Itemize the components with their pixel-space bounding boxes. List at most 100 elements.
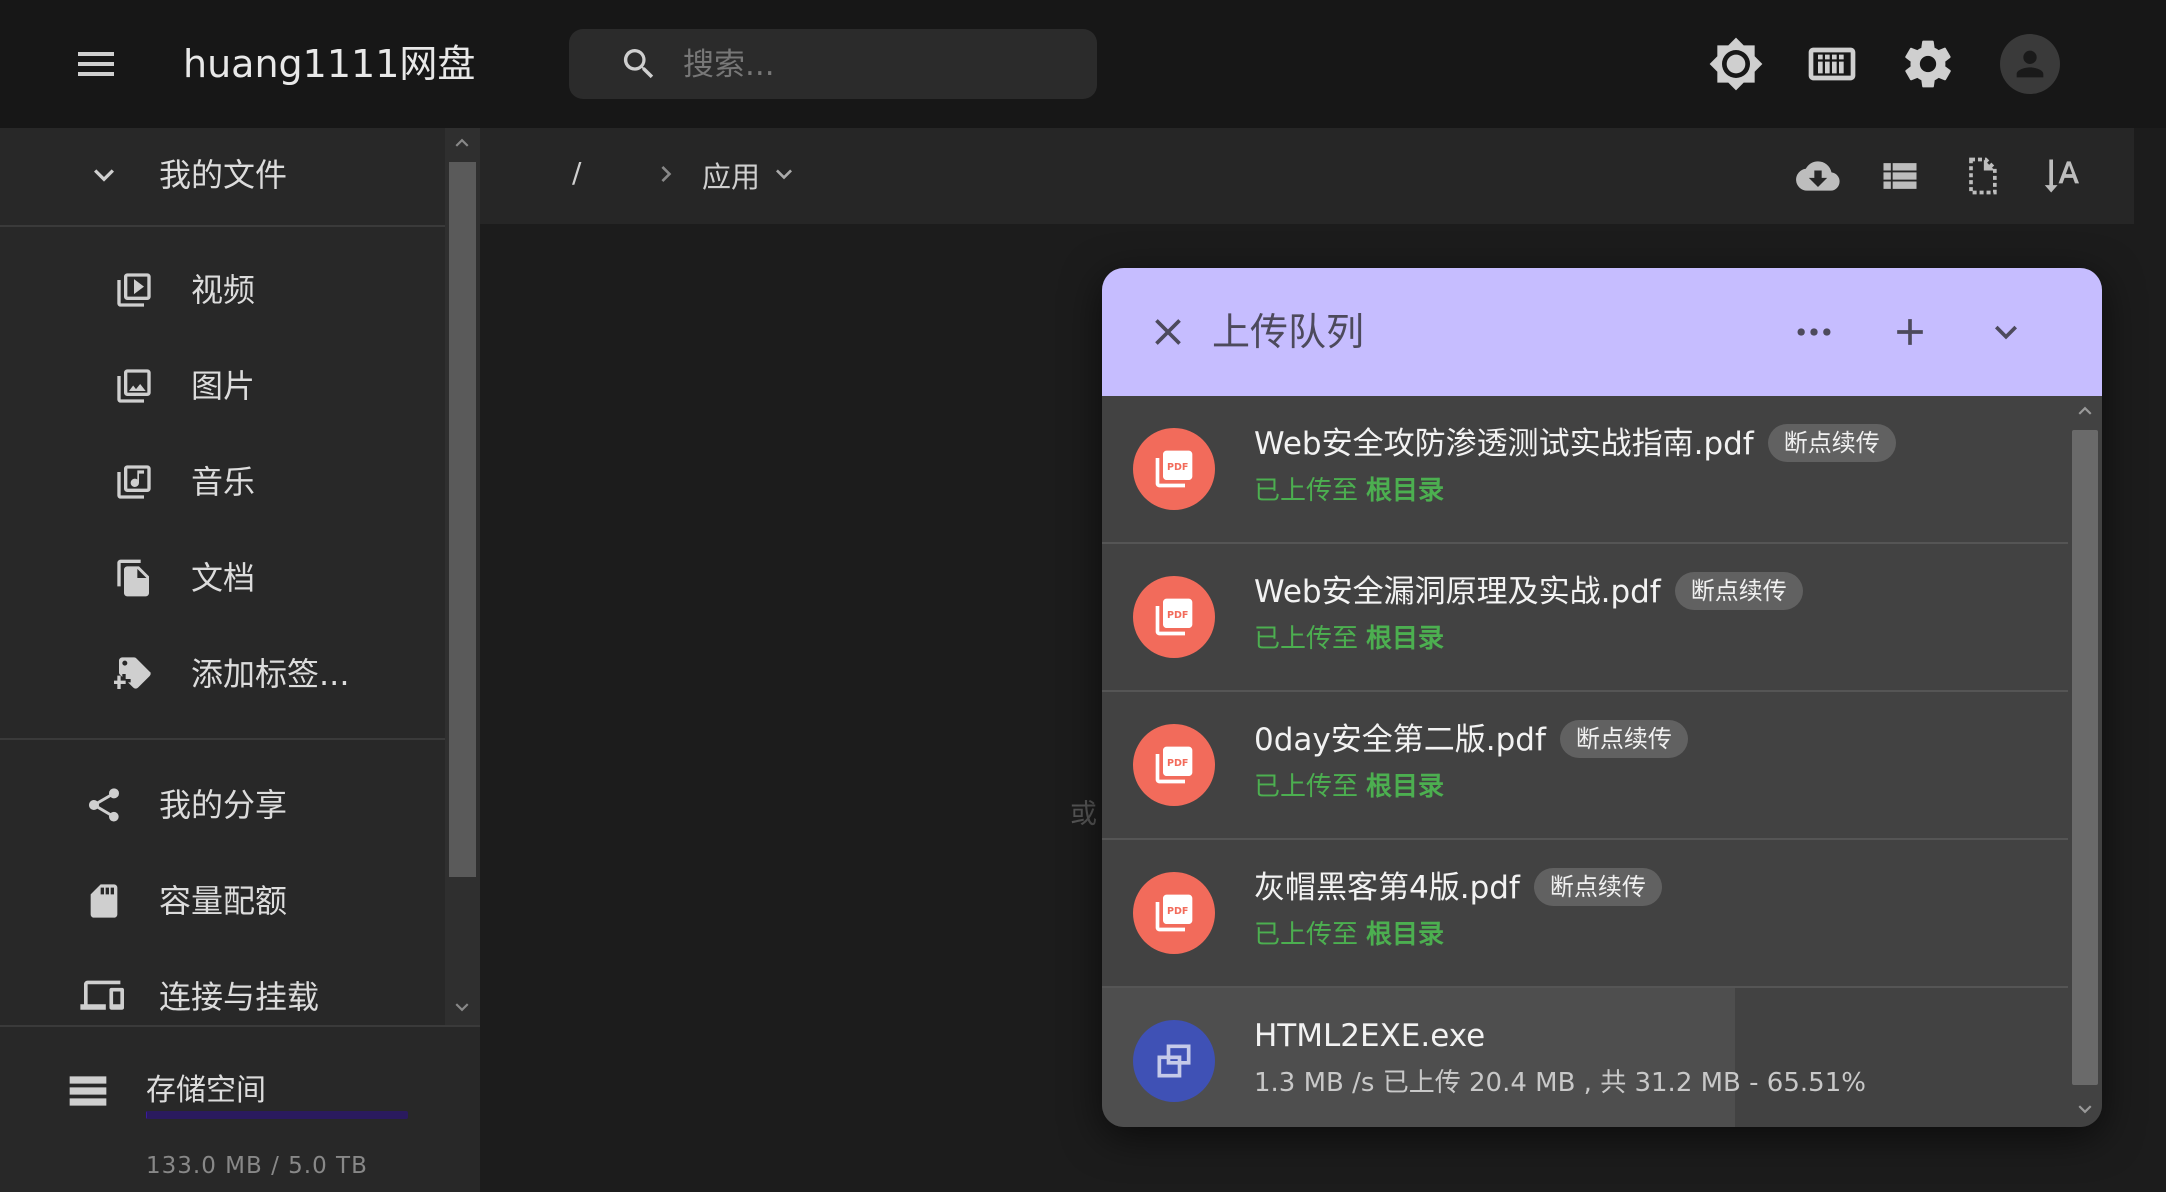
storage-usage-text: 133.0 MB / 5.0 TB [146,1153,368,1179]
file-avatar: PDF [1133,872,1215,954]
close-icon[interactable] [1146,310,1190,354]
sidebar-item-label: 音乐 [191,463,256,501]
settings-icon[interactable] [1900,36,1956,92]
scroll-up-icon[interactable] [2072,398,2098,424]
upload-status: 已上传至 根目录 [1254,772,1445,802]
sidebar-item-label: 连接与挂载 [159,978,320,1016]
menu-icon[interactable] [72,40,120,88]
upload-queue-dialog: 上传队列 PDF Web安全攻防渗透测试实战指南.pdf 断点续传 已上传至 根目录… [1102,268,2102,1127]
storage-progress-fill [146,1111,148,1119]
sidebar-item-my-shares[interactable]: 我的分享 [0,760,445,850]
resume-chip[interactable]: 断点续传 [1767,424,1896,462]
account-icon [2010,44,2050,84]
sidebar-item-images[interactable]: 图片 [0,341,445,431]
search-input[interactable] [681,41,1075,89]
empty-hint-text: 或 [1070,799,1097,830]
sidebar-item-my-files[interactable]: 我的文件 [0,130,445,220]
pdf-icon: PDF [1152,447,1196,491]
search-bar[interactable] [569,29,1097,99]
file-dashed-icon[interactable] [1960,154,2004,198]
brightness-icon[interactable] [1708,36,1764,92]
divider [0,738,445,740]
storage-label: 存储空间 [146,1073,266,1108]
page-edge [2134,224,2166,1192]
resume-chip[interactable]: 断点续传 [1674,572,1803,610]
file-name: 0day安全第二版.pdf 断点续传 [1254,718,1688,762]
video-library-icon [114,270,154,310]
drawer-scrollbar[interactable] [445,128,480,1025]
sidebar-item-documents[interactable]: 文档 [0,533,445,623]
upload-queue-title: 上传队列 [1212,310,1365,354]
photo-library-icon [114,366,154,406]
file-name: Web安全攻防渗透测试实战指南.pdf 断点续传 [1254,422,1896,466]
application-icon [1152,1039,1196,1083]
navigator-toolbar: / 应用 [480,128,2134,224]
svg-text:PDF: PDF [1167,462,1188,473]
devices-icon [80,977,124,1017]
file-avatar [1133,1020,1215,1102]
sidebar-item-video[interactable]: 视频 [0,245,445,335]
keyboard-icon[interactable] [1804,36,1860,92]
list-item[interactable]: HTML2EXE.exe 1.3 MB /s 已上传 20.4 MB , 共 3… [1102,988,2068,1127]
file-name: HTML2EXE.exe [1254,1018,1486,1054]
queue-scrollbar[interactable] [2068,396,2102,1127]
more-horizontal-icon[interactable] [1792,310,1836,354]
chevron-right-icon [650,158,682,190]
file-avatar: PDF [1133,724,1215,806]
sidebar-item-label: 添加标签... [191,655,350,693]
sidebar-item-label: 视频 [191,271,256,309]
sd-card-icon [84,881,124,921]
resume-chip[interactable]: 断点续传 [1559,720,1688,758]
list-item[interactable]: PDF Web安全攻防渗透测试实战指南.pdf 断点续传 已上传至 根目录 [1102,396,2068,542]
chevron-down-icon[interactable] [1984,310,2028,354]
pdf-icon: PDF [1152,891,1196,935]
library-music-icon [114,462,154,502]
chevron-down-icon [84,155,124,195]
navigation-drawer: 我的文件 视频 图片 音乐 文档 添加标签... 我的分享 容量配额 连接与挂载… [0,128,480,1192]
list-item[interactable]: PDF Web安全漏洞原理及实战.pdf 断点续传 已上传至 根目录 [1102,544,2068,690]
sidebar-item-music[interactable]: 音乐 [0,437,445,527]
breadcrumb-folder[interactable]: 应用 [702,154,760,196]
sidebar-item-label: 文档 [191,559,256,597]
search-icon [619,44,659,84]
app-title: huang1111网盘 [183,42,476,86]
sidebar-item-label: 我的文件 [159,156,288,194]
tag-plus-icon [114,654,154,694]
svg-text:PDF: PDF [1167,906,1188,917]
scrollbar-thumb[interactable] [449,162,476,877]
pdf-icon: PDF [1152,743,1196,787]
avatar[interactable] [2000,34,2060,94]
scroll-down-icon[interactable] [449,994,475,1020]
sidebar-item-connections[interactable]: 连接与挂载 [0,952,445,1025]
sidebar-item-label: 容量配额 [159,882,288,920]
upload-progress-text: 1.3 MB /s 已上传 20.4 MB , 共 31.2 MB - 65.5… [1254,1068,1866,1098]
storage-icon [66,1069,110,1113]
breadcrumb-root[interactable]: / [572,156,581,189]
list-item[interactable]: PDF 灰帽黑客第4版.pdf 断点续传 已上传至 根目录 [1102,840,2068,986]
storage-progress-bar [146,1111,408,1119]
scroll-down-icon[interactable] [2072,1096,2098,1122]
list-view-icon[interactable] [1878,154,1922,198]
divider [0,1025,480,1027]
divider [0,225,445,227]
sidebar-item-quota[interactable]: 容量配额 [0,856,445,946]
upload-status: 已上传至 根目录 [1254,920,1445,950]
add-icon[interactable] [1888,310,1932,354]
sidebar-item-add-tag[interactable]: 添加标签... [0,629,445,719]
storage-panel: 存储空间 133.0 MB / 5.0 TB [0,1025,480,1192]
scrollbar-thumb[interactable] [2072,430,2098,1085]
sort-alpha-icon[interactable] [2042,154,2086,198]
pdf-icon: PDF [1152,595,1196,639]
upload-queue-list: PDF Web安全攻防渗透测试实战指南.pdf 断点续传 已上传至 根目录 PDF … [1102,396,2068,1127]
svg-text:PDF: PDF [1167,758,1188,769]
sidebar-item-label: 图片 [191,367,256,405]
file-avatar: PDF [1133,576,1215,658]
list-item[interactable]: PDF 0day安全第二版.pdf 断点续传 已上传至 根目录 [1102,692,2068,838]
app-bar: huang1111网盘 [0,0,2166,128]
sidebar-item-label: 我的分享 [159,786,288,824]
scroll-up-icon[interactable] [449,130,475,156]
cloud-download-icon[interactable] [1796,154,1840,198]
file-name: 灰帽黑客第4版.pdf 断点续传 [1254,866,1662,910]
chevron-down-icon[interactable] [768,158,800,190]
resume-chip[interactable]: 断点续传 [1533,868,1662,906]
